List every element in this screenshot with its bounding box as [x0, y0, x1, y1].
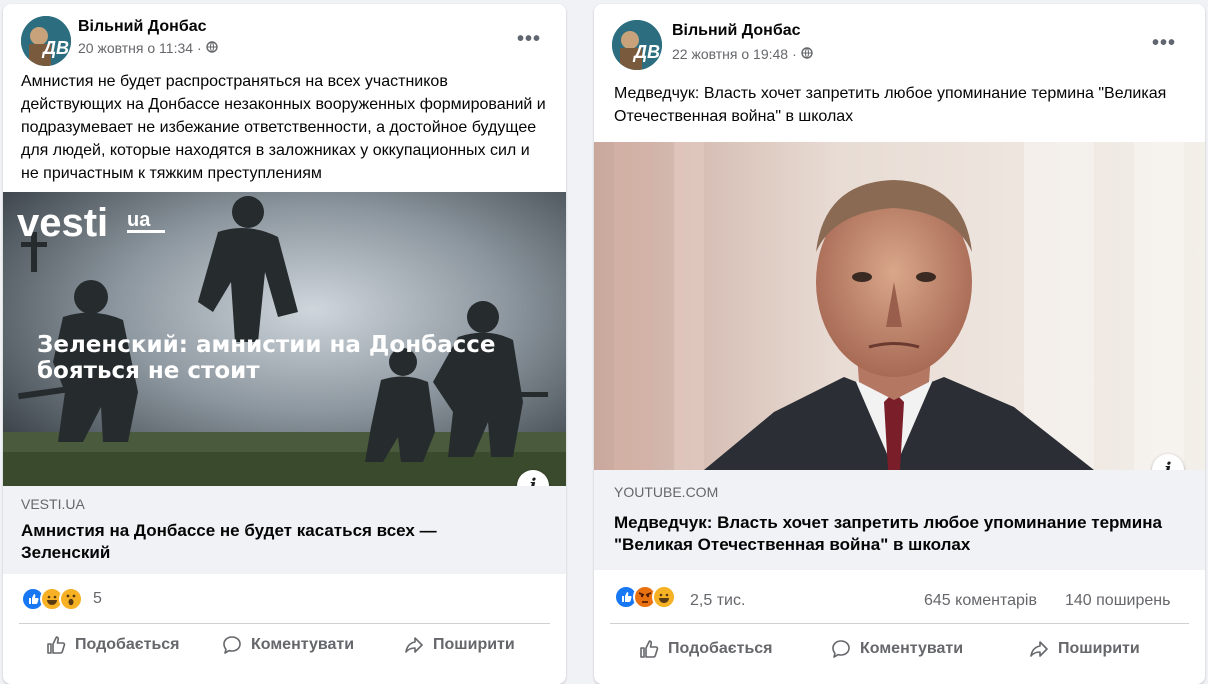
more-dots-icon: ••• — [517, 28, 542, 50]
comment-button[interactable]: Коментувати — [221, 634, 354, 656]
haha-reaction-icon — [652, 585, 676, 609]
like-label: Подобається — [75, 636, 180, 653]
post-header: ДВ Вільний Донбас 20 жовтня о 11:34 · ••… — [3, 4, 566, 70]
share-icon — [1030, 641, 1048, 657]
more-options-button[interactable]: ••• — [1152, 33, 1176, 53]
page-avatar[interactable]: ДВ — [612, 20, 662, 70]
share-icon — [405, 637, 423, 653]
divider — [610, 623, 1189, 624]
reaction-icons[interactable] — [614, 585, 676, 609]
link-title[interactable]: Медведчук: Власть хочет запретить любое … — [614, 512, 1184, 556]
globe-icon — [206, 40, 218, 56]
reaction-count[interactable]: 5 — [93, 590, 102, 608]
post-text: Амнистия не будет распространяться на вс… — [21, 73, 546, 182]
comment-icon — [832, 640, 850, 658]
thumbs-up-icon — [47, 636, 66, 654]
image-overlay-line1: Зеленский: амнистии на Донбассе — [37, 332, 496, 358]
comment-button[interactable]: Коментувати — [830, 638, 963, 660]
post-header: ДВ Вільний Донбас 22 жовтня о 19:48 · ••… — [594, 4, 1205, 70]
link-preview[interactable]: VESTI.UA Амнистия на Донбассе не будет к… — [3, 486, 566, 574]
like-button[interactable]: Подобається — [638, 638, 773, 660]
post-text: Медведчук: Власть хочет запретить любое … — [614, 85, 1167, 125]
globe-icon — [801, 46, 813, 62]
reactions-bar: 2,5 тис. 645 коментарів 140 поширень — [594, 582, 1205, 612]
shares-count[interactable]: 140 поширень — [1065, 592, 1170, 610]
thumbs-up-icon — [640, 640, 659, 658]
divider — [19, 623, 550, 624]
reactions-bar: 5 — [3, 584, 566, 614]
more-options-button[interactable]: ••• — [517, 29, 541, 49]
link-title[interactable]: Амнистия на Донбассе не будет касаться в… — [21, 520, 521, 564]
page-name[interactable]: Вільний Донбас — [672, 22, 801, 40]
comment-label: Коментувати — [251, 636, 355, 653]
like-label: Подобається — [668, 640, 773, 657]
post-card-2: ДВ Вільний Донбас 22 жовтня о 19:48 · ••… — [594, 4, 1205, 684]
post-meta: 20 жовтня о 11:34 · — [78, 40, 218, 56]
link-image[interactable] — [594, 142, 1205, 470]
link-preview[interactable]: YOUTUBE.COM Медведчук: Власть хочет запр… — [594, 470, 1205, 570]
share-label: Поширити — [433, 636, 515, 653]
post-timestamp[interactable]: 20 жовтня о 11:34 — [78, 40, 193, 56]
soldiers-photo: vesti ua Зеленский: амнистии на Донбассе… — [3, 192, 566, 486]
page-avatar[interactable]: ДВ — [21, 16, 71, 66]
svg-text:ДВ: ДВ — [632, 42, 660, 62]
more-dots-icon: ••• — [1152, 32, 1177, 54]
portrait-photo — [594, 142, 1205, 470]
wow-reaction-icon — [59, 587, 83, 611]
comment-label: Коментувати — [860, 640, 964, 657]
post-meta: 22 жовтня о 19:48 · — [672, 46, 813, 62]
share-button[interactable]: Поширити — [1028, 638, 1140, 660]
vesti-logo-suffix: ua — [127, 209, 151, 231]
image-overlay-line2: бояться не стоит — [37, 358, 260, 384]
page-name[interactable]: Вільний Донбас — [78, 18, 207, 36]
like-button[interactable]: Подобається — [45, 634, 180, 656]
post-timestamp[interactable]: 22 жовтня о 19:48 — [672, 46, 788, 62]
comment-icon — [223, 636, 241, 654]
comments-count[interactable]: 645 коментарів — [924, 592, 1037, 610]
reaction-count[interactable]: 2,5 тис. — [690, 592, 745, 610]
share-label: Поширити — [1058, 640, 1140, 657]
link-domain: YOUTUBE.COM — [614, 484, 719, 500]
svg-text:ДВ: ДВ — [41, 38, 69, 58]
link-image[interactable]: vesti ua Зеленский: амнистии на Донбассе… — [3, 192, 566, 486]
share-button[interactable]: Поширити — [403, 634, 515, 656]
vesti-logo: vesti — [17, 201, 108, 245]
link-domain: VESTI.UA — [21, 496, 85, 512]
post-card-1: ДВ Вільний Донбас 20 жовтня о 11:34 · ••… — [3, 4, 566, 684]
reaction-icons[interactable] — [21, 587, 83, 611]
